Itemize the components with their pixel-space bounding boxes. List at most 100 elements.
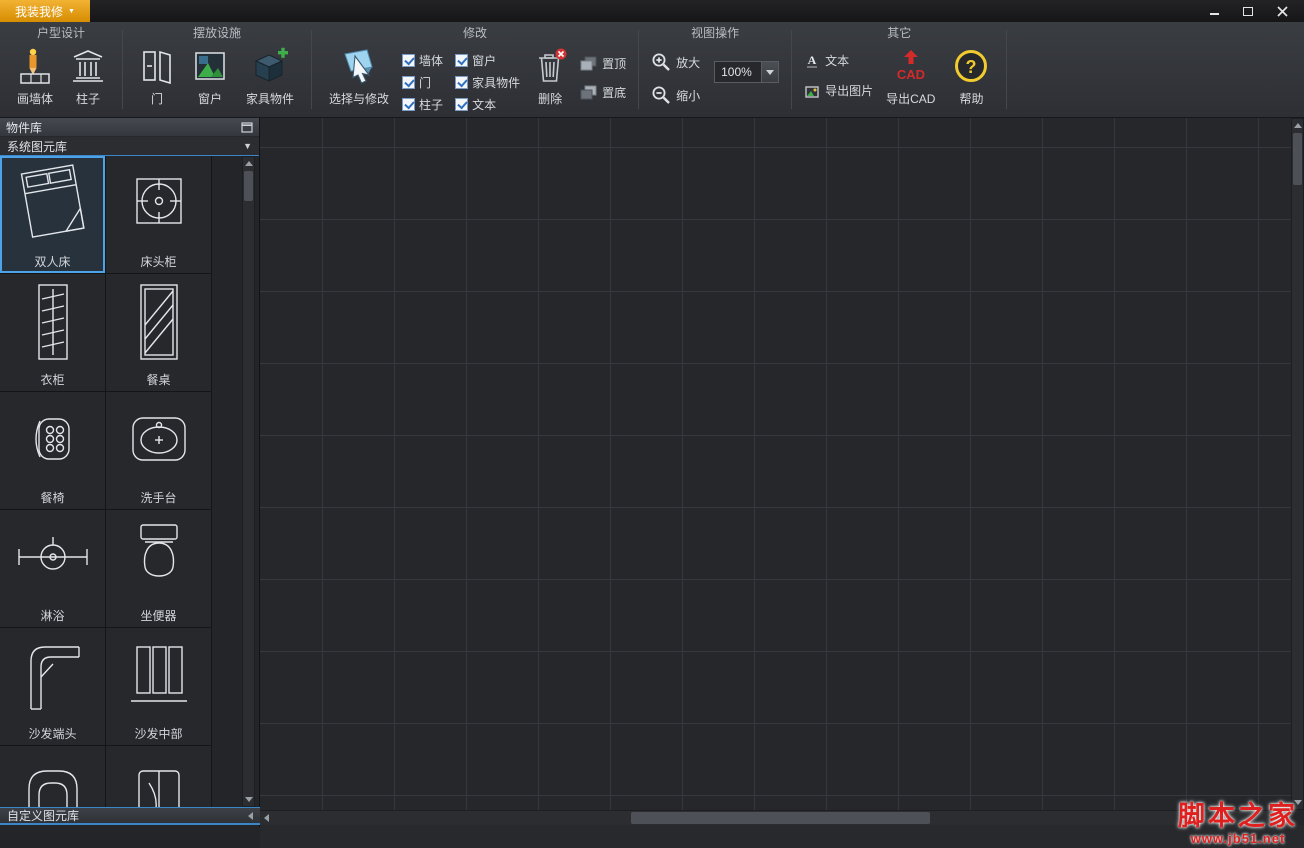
group-label-view: 视图操作 (691, 25, 739, 42)
door-icon (140, 45, 174, 87)
library-item-nightstand[interactable]: 床头柜 (106, 156, 211, 273)
arrow-up-icon (1294, 123, 1302, 128)
sidebar-footer (0, 827, 260, 848)
wardrobe-icon (9, 277, 97, 367)
filter-wall-checkbox[interactable]: 墙体 (402, 52, 443, 69)
drawing-canvas[interactable] (260, 118, 1304, 810)
toilet-icon (115, 513, 203, 603)
export-cad-icon: CAD (890, 45, 932, 87)
furniture-box-icon (251, 45, 289, 87)
zoom-in-icon (651, 52, 671, 72)
scroll-down-arrow[interactable] (243, 793, 254, 806)
furniture-button[interactable]: 家具物件 (241, 43, 299, 109)
library-item-armchair[interactable] (0, 746, 105, 807)
library-item-shower[interactable]: 淋浴 (0, 510, 105, 627)
zoom-out-button[interactable]: 缩小 (651, 85, 700, 105)
window-button[interactable]: 窗户 (187, 43, 233, 109)
checkbox-checked-icon (402, 54, 415, 67)
text-tool-button[interactable]: A 文本 (804, 52, 873, 69)
library-item-cabinet[interactable] (106, 746, 211, 807)
library-item-toilet[interactable]: 坐便器 (106, 510, 211, 627)
draw-wall-button[interactable]: 画墙体 (12, 43, 58, 109)
bring-to-front-button[interactable]: 置顶 (580, 55, 626, 72)
chevron-down-icon: ▼ (243, 141, 252, 151)
scroll-left-arrow[interactable] (260, 811, 273, 824)
send-to-back-button[interactable]: 置底 (580, 84, 626, 101)
minimize-button[interactable] (1200, 2, 1228, 20)
zoom-out-label: 缩小 (676, 87, 700, 104)
zoom-buttons: 放大 缩小 (651, 52, 700, 105)
select-modify-button[interactable]: 选择与修改 (324, 43, 394, 109)
filter-column-checkbox[interactable]: 柱子 (402, 96, 443, 113)
scrollbar-thumb[interactable] (244, 171, 253, 201)
group-label-design: 户型设计 (37, 25, 85, 42)
library-item-label: 坐便器 (106, 607, 211, 624)
dining-table-icon (115, 277, 203, 367)
door-button[interactable]: 门 (135, 43, 179, 109)
scroll-right-arrow[interactable] (1278, 811, 1291, 824)
library-item-label: 餐桌 (106, 371, 211, 388)
group-place-facilities: 摆放设施 门 (123, 22, 311, 117)
close-button[interactable] (1268, 2, 1296, 20)
double-bed-icon (9, 159, 97, 249)
scroll-up-arrow[interactable] (243, 157, 254, 170)
arrow-right-icon (1282, 814, 1287, 822)
canvas-vertical-scrollbar[interactable] (1291, 118, 1304, 810)
object-library-title: 物件库 (6, 119, 42, 136)
export-cad-button[interactable]: CAD 导出CAD (881, 43, 940, 109)
scrollbar-thumb[interactable] (631, 812, 930, 824)
window-controls (1200, 0, 1304, 22)
app-window: 我装我修 ▼ 户型设计 (0, 0, 1304, 848)
app-menu-button[interactable]: 我装我修 ▼ (0, 0, 90, 22)
canvas-horizontal-scrollbar[interactable] (260, 810, 1291, 825)
shower-icon (9, 513, 97, 603)
library-item-washbasin[interactable]: 洗手台 (106, 392, 211, 509)
delete-button[interactable]: 删除 (528, 43, 572, 109)
scroll-down-arrow[interactable] (1292, 796, 1303, 809)
library-item-grid: 双人床 床头柜 (0, 156, 212, 807)
library-item-sofa-middle[interactable]: 沙发中部 (106, 628, 211, 745)
group-floorplan-design: 户型设计 画墙体 (0, 22, 122, 117)
filter-furniture-checkbox[interactable]: 家具物件 (455, 74, 520, 91)
library-item-double-bed[interactable]: 双人床 (0, 156, 105, 273)
arrow-down-icon (245, 797, 253, 802)
svg-text:CAD: CAD (897, 67, 925, 82)
zoom-level-dropdown-button[interactable] (762, 61, 779, 83)
export-image-label: 导出图片 (825, 82, 873, 99)
zoom-level-value[interactable]: 100% (714, 61, 762, 83)
library-select-dropdown[interactable]: 系统图元库 ▼ (0, 137, 259, 156)
help-label: 帮助 (959, 90, 983, 107)
library-item-dining-table[interactable]: 餐桌 (106, 274, 211, 391)
zoom-out-icon (651, 85, 671, 105)
library-item-wardrobe[interactable]: 衣柜 (0, 274, 105, 391)
sidebar-scrollbar[interactable] (242, 156, 255, 807)
zoom-in-button[interactable]: 放大 (651, 52, 700, 72)
column-button[interactable]: 柱子 (66, 43, 110, 109)
drawing-canvas-area (260, 118, 1304, 848)
collapse-left-icon (248, 812, 253, 820)
library-item-label: 衣柜 (0, 371, 105, 388)
layers-top-icon (580, 56, 597, 71)
library-item-dining-chair[interactable]: 餐椅 (0, 392, 105, 509)
library-item-sofa-end[interactable]: 沙发端头 (0, 628, 105, 745)
window-label: 窗户 (198, 90, 222, 107)
chevron-down-icon (766, 70, 774, 75)
filter-window-checkbox[interactable]: 窗户 (455, 52, 520, 69)
send-to-back-label: 置底 (602, 84, 626, 101)
export-image-button[interactable]: 导出图片 (804, 82, 873, 99)
filter-text-checkbox[interactable]: 文本 (455, 96, 520, 113)
ribbon-separator (1006, 30, 1007, 109)
help-button[interactable]: ? 帮助 (948, 43, 994, 109)
delete-trash-icon (533, 45, 567, 87)
layers-bottom-icon (580, 85, 597, 100)
filter-column-label: 柱子 (419, 96, 443, 113)
scrollbar-thumb[interactable] (1293, 133, 1302, 185)
maximize-button[interactable] (1234, 2, 1262, 20)
library-item-label: 餐椅 (0, 489, 105, 506)
custom-library-bar[interactable]: 自定义图元库 (0, 807, 260, 825)
scroll-up-arrow[interactable] (1292, 119, 1303, 132)
panel-restore-button[interactable] (241, 122, 253, 133)
filter-door-checkbox[interactable]: 门 (402, 74, 443, 91)
sofa-middle-icon (115, 631, 203, 721)
column-label: 柱子 (76, 90, 100, 107)
